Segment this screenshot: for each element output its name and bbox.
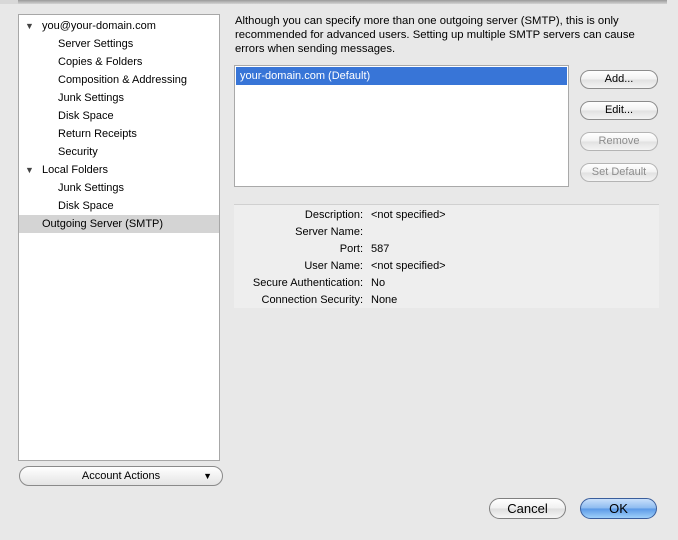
detail-value: None (371, 294, 398, 306)
detail-value: <not specified> (371, 209, 446, 221)
detail-row-connection-security: Connection Security: None (234, 292, 659, 309)
detail-label: Description: (304, 209, 363, 221)
detail-row-user-name: User Name: <not specified> (234, 258, 659, 275)
tree-item-label: Security (58, 146, 98, 158)
tree-item-disk-space[interactable]: Disk Space (19, 107, 219, 125)
tree-item-label: Disk Space (58, 200, 114, 212)
detail-value: <not specified> (371, 260, 446, 272)
tree-item-label: Server Settings (58, 38, 134, 50)
tree-item-local-junk-settings[interactable]: Junk Settings (19, 179, 219, 197)
smtp-description: Although you can specify more than one o… (235, 15, 635, 55)
detail-row-port: Port: 587 (234, 241, 659, 258)
add-button[interactable]: Add... (580, 70, 658, 89)
tree-item-label: Composition & Addressing (58, 74, 188, 86)
detail-row-description: Description: <not specified> (234, 207, 659, 224)
smtp-server-item[interactable]: your-domain.com (Default) (236, 67, 567, 85)
tree-item-outgoing-server[interactable]: Outgoing Server (SMTP) (19, 215, 219, 233)
detail-label: Secure Authentication: (252, 277, 363, 289)
smtp-server-list[interactable]: your-domain.com (Default) (234, 65, 569, 187)
tree-item-composition[interactable]: Composition & Addressing (19, 71, 219, 89)
tree-item-account[interactable]: ▼ you@your-domain.com (19, 17, 219, 35)
cancel-button[interactable]: Cancel (489, 498, 566, 519)
tree-item-label: Return Receipts (58, 128, 137, 140)
tree-item-label: Outgoing Server (SMTP) (42, 218, 164, 230)
account-tree[interactable]: ▼ you@your-domain.com Server Settings Co… (18, 14, 220, 461)
tree-item-label: Junk Settings (58, 182, 125, 194)
tree-item-local-disk-space[interactable]: Disk Space (19, 197, 219, 215)
detail-label: Port: (339, 243, 363, 255)
tree-item-label: Copies & Folders (58, 56, 143, 68)
tree-item-security[interactable]: Security (19, 143, 219, 161)
tree-item-server-settings[interactable]: Server Settings (19, 35, 219, 53)
window-top-shadow (18, 0, 667, 4)
edit-button[interactable]: Edit... (580, 101, 658, 120)
tree-item-copies-folders[interactable]: Copies & Folders (19, 53, 219, 71)
tree-item-label: you@your-domain.com (42, 20, 156, 32)
set-default-button[interactable]: Set Default (580, 163, 658, 182)
window-edge (0, 0, 18, 4)
tree-item-local-folders[interactable]: ▼ Local Folders (19, 161, 219, 179)
detail-value: No (371, 277, 386, 289)
disclosure-triangle-icon[interactable]: ▼ (25, 17, 34, 35)
tree-item-label: Junk Settings (58, 92, 125, 104)
tree-item-label: Local Folders (42, 164, 109, 176)
detail-row-server-name: Server Name: (234, 224, 659, 241)
detail-row-secure-auth: Secure Authentication: No (234, 275, 659, 292)
remove-button[interactable]: Remove (580, 132, 658, 151)
chevron-down-icon: ▼ (203, 471, 212, 481)
server-details-panel: Description: <not specified> Server Name… (234, 204, 659, 308)
detail-label: User Name: (304, 260, 363, 272)
tree-item-label: Disk Space (58, 110, 114, 122)
detail-label: Server Name: (295, 226, 363, 238)
account-actions-label: Account Actions (81, 470, 161, 482)
tree-item-return-receipts[interactable]: Return Receipts (19, 125, 219, 143)
detail-value: 587 (371, 243, 390, 255)
ok-button[interactable]: OK (580, 498, 657, 519)
account-actions-menu[interactable]: Account Actions ▼ (19, 466, 223, 486)
disclosure-triangle-icon[interactable]: ▼ (25, 161, 34, 179)
detail-label: Connection Security: (261, 294, 364, 306)
tree-item-junk-settings[interactable]: Junk Settings (19, 89, 219, 107)
